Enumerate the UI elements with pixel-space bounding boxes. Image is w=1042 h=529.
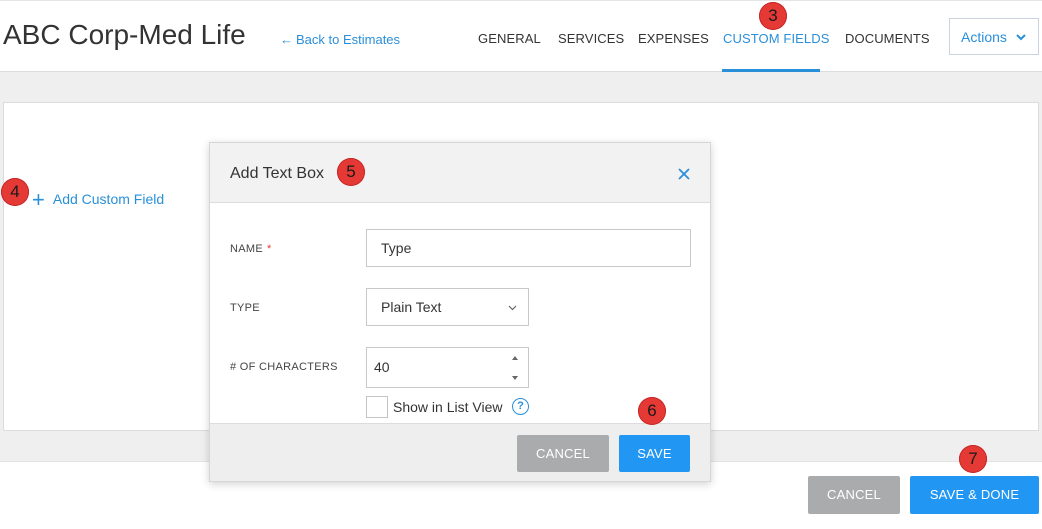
dialog-save-button[interactable]: SAVE bbox=[619, 435, 690, 472]
name-input[interactable]: Type bbox=[366, 229, 691, 267]
stepper-controls bbox=[502, 348, 528, 388]
tab-documents[interactable]: DOCUMENTS bbox=[845, 31, 930, 46]
dialog-title: Add Text Box bbox=[230, 165, 324, 182]
add-text-box-dialog: Add Text Box NAME * Type TYPE Plain Text … bbox=[209, 142, 711, 482]
characters-value: 40 bbox=[374, 359, 390, 375]
actions-dropdown-button[interactable]: Actions bbox=[949, 18, 1039, 55]
required-marker: * bbox=[266, 243, 272, 255]
footer-cancel-button[interactable]: CANCEL bbox=[808, 476, 900, 514]
tab-general[interactable]: GENERAL bbox=[478, 31, 541, 46]
step-marker-3: 3 bbox=[759, 2, 787, 30]
stepper-down-icon[interactable] bbox=[511, 375, 519, 381]
actions-label: Actions bbox=[961, 29, 1007, 45]
plus-icon: + bbox=[32, 187, 45, 212]
save-and-done-button[interactable]: SAVE & DONE bbox=[910, 476, 1039, 514]
back-to-estimates-link[interactable]: ← Back to Estimates bbox=[280, 32, 400, 47]
tab-expenses[interactable]: EXPENSES bbox=[638, 31, 709, 46]
tab-services[interactable]: SERVICES bbox=[558, 31, 624, 46]
page-title: ABC Corp-Med Life bbox=[3, 19, 246, 50]
name-label: NAME * bbox=[230, 243, 272, 255]
tab-custom-fields[interactable]: CUSTOM FIELDS bbox=[723, 31, 830, 46]
dialog-cancel-button[interactable]: CANCEL bbox=[517, 435, 609, 472]
type-select[interactable]: Plain Text bbox=[366, 288, 529, 326]
help-icon[interactable]: ? bbox=[512, 398, 529, 415]
step-marker-5: 5 bbox=[337, 158, 365, 186]
chevron-down-icon bbox=[1016, 34, 1026, 41]
type-label: TYPE bbox=[230, 302, 260, 314]
type-select-value: Plain Text bbox=[381, 299, 442, 315]
top-header: ABC Corp-Med Life ← Back to Estimates GEN… bbox=[0, 0, 1042, 72]
characters-label: # OF CHARACTERS bbox=[230, 361, 338, 373]
step-marker-4: 4 bbox=[1, 178, 29, 206]
step-marker-6: 6 bbox=[638, 397, 666, 425]
step-marker-7: 7 bbox=[959, 445, 987, 473]
name-label-text: NAME bbox=[230, 243, 263, 255]
back-arrow-icon: ← bbox=[280, 32, 293, 47]
characters-stepper[interactable]: 40 bbox=[366, 347, 529, 388]
back-link-label: Back to Estimates bbox=[296, 32, 401, 47]
dialog-header: Add Text Box bbox=[210, 143, 710, 203]
add-custom-field-link[interactable]: + Add Custom Field bbox=[32, 184, 165, 212]
dialog-footer: CANCEL SAVE bbox=[210, 423, 710, 481]
stepper-up-icon[interactable] bbox=[511, 355, 519, 361]
show-in-list-view-checkbox[interactable] bbox=[366, 396, 388, 418]
chevron-down-icon bbox=[508, 305, 517, 311]
close-icon[interactable] bbox=[676, 166, 692, 182]
add-custom-field-label: Add Custom Field bbox=[52, 191, 165, 207]
show-in-list-view-label: Show in List View bbox=[393, 399, 503, 415]
